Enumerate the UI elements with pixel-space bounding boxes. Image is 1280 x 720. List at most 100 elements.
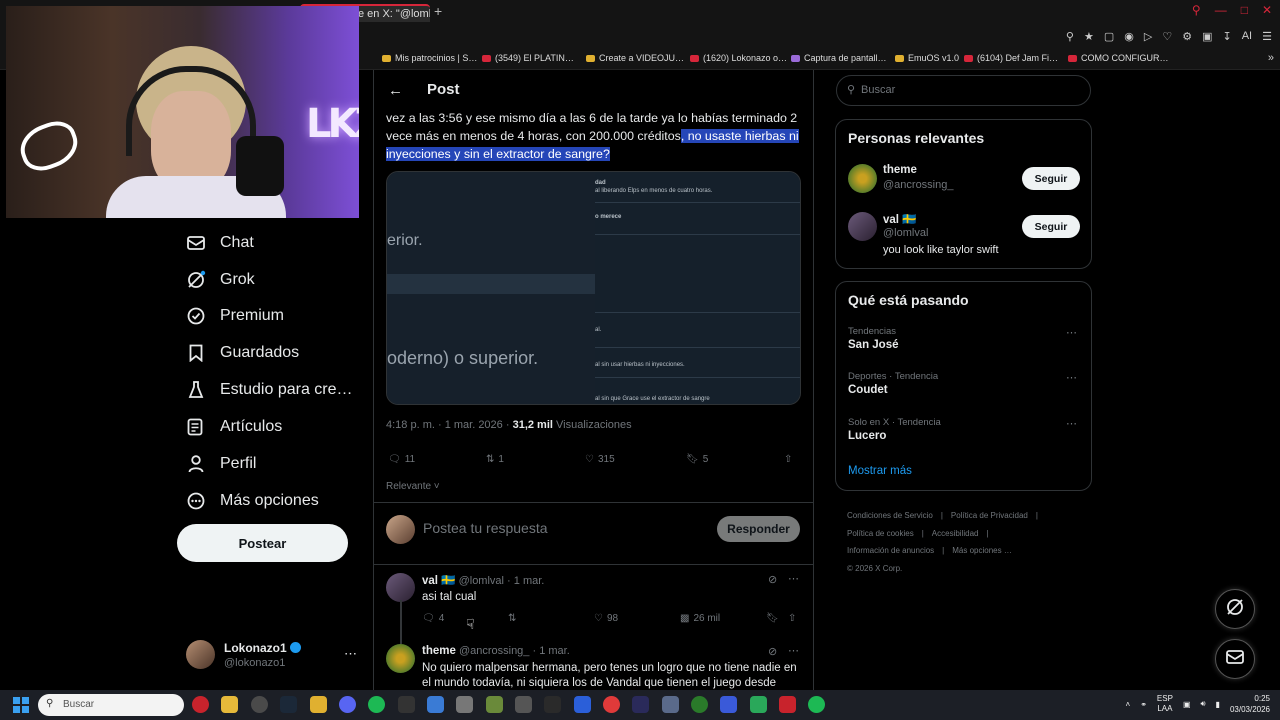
share-action[interactable]: ⇧ <box>784 454 792 465</box>
chevron-right-icon[interactable]: » <box>1268 52 1274 64</box>
minimize-icon[interactable]: — <box>1215 3 1227 17</box>
app-icon[interactable] <box>486 696 503 713</box>
nav-item-premium[interactable]: Premium <box>186 304 284 328</box>
responder-button[interactable]: Responder <box>717 516 800 542</box>
messages-float-button[interactable] <box>1215 639 1255 679</box>
grok-icon[interactable]: ⊘ <box>768 645 777 658</box>
bookmark-action[interactable]: 🔖︎ <box>766 613 779 624</box>
app-icon[interactable] <box>750 696 767 713</box>
volume-icon[interactable]: 🔊︎ <box>1201 699 1206 709</box>
more-horizontal-icon[interactable]: ⋯ <box>1066 371 1077 384</box>
reply-action[interactable]: 🗨︎ 4 <box>422 613 444 624</box>
app-icon[interactable] <box>251 696 268 713</box>
nav-item-perfil[interactable]: Perfil <box>186 452 256 476</box>
reply-action[interactable]: 🗨︎ 11 <box>388 454 415 465</box>
close-icon[interactable]: ✕ <box>1262 3 1272 17</box>
grok-float-button[interactable] <box>1215 589 1255 629</box>
app-icon[interactable] <box>603 696 620 713</box>
camera-icon[interactable]: ◉ <box>1124 30 1134 43</box>
reply-input[interactable]: Postea tu respuesta <box>423 520 548 536</box>
footer-link[interactable]: Política de cookies <box>847 529 914 538</box>
repost-action[interactable]: ⇅ <box>508 613 516 624</box>
extensions-icon[interactable]: ⚙ <box>1182 30 1192 43</box>
tweet-media-image[interactable]: erior. oderno) o superior. dad al libera… <box>386 171 801 405</box>
search-input[interactable]: ⚲ Buscar <box>836 75 1091 106</box>
tweet-timestamp[interactable]: 4:18 p. m. · 1 mar. 2026 · <box>386 419 510 431</box>
app-icon[interactable] <box>544 696 561 713</box>
like-action[interactable]: ♡ 98 <box>594 613 618 624</box>
like-action[interactable]: ♡ 315 <box>585 454 615 465</box>
app-icon[interactable] <box>779 696 796 713</box>
grok-icon[interactable]: ⊘ <box>768 573 777 586</box>
spotify-icon[interactable] <box>368 696 385 713</box>
ai-button[interactable]: AI <box>1242 30 1252 43</box>
discord-icon[interactable] <box>339 696 356 713</box>
sort-dropdown[interactable]: Relevante ˅ <box>386 481 440 492</box>
nav-item-grok[interactable]: Grok <box>186 268 255 292</box>
trend-item[interactable]: Deportes · Tendencia Coudet ⋯ <box>848 371 1083 396</box>
app-icon[interactable] <box>662 696 679 713</box>
more-horizontal-icon[interactable]: ⋯ <box>1066 417 1077 430</box>
follow-button[interactable]: Seguir <box>1022 167 1080 190</box>
footer-link[interactable]: Condiciones de Servicio <box>847 511 933 520</box>
steam-icon[interactable] <box>280 696 297 713</box>
notepad-icon[interactable] <box>427 696 444 713</box>
microphone-icon[interactable]: ⚭ <box>1140 700 1147 709</box>
more-horizontal-icon[interactable]: ⋯ <box>788 572 799 585</box>
battery-icon[interactable]: ▮ <box>1216 700 1220 709</box>
app-icon[interactable] <box>456 696 473 713</box>
back-arrow-icon[interactable]: ← <box>388 82 403 99</box>
bookmark-item[interactable]: Mis patrocinios | S… <box>382 53 477 63</box>
trend-item[interactable]: Tendencias San José ⋯ <box>848 326 1083 351</box>
taskbar-search[interactable]: ⚲ Buscar <box>38 694 184 716</box>
account-switcher[interactable]: Lokonazo1 @lokonazo1 ⋯ <box>186 640 358 672</box>
postear-button[interactable]: Postear <box>177 524 348 562</box>
more-horizontal-icon[interactable]: ⋯ <box>1066 326 1077 339</box>
download-icon[interactable]: ↧ <box>1223 30 1232 43</box>
bookmark-item[interactable]: (1620) Lokonazo o… <box>690 53 787 63</box>
follow-button[interactable]: Seguir <box>1022 215 1080 238</box>
footer-link[interactable]: Información de anuncios <box>847 546 934 555</box>
footer-link[interactable]: Más opciones … <box>952 546 1012 555</box>
bookmark-item[interactable]: COMO CONFIGUR… <box>1068 53 1169 63</box>
app-icon[interactable] <box>574 696 591 713</box>
windows-start-icon[interactable] <box>13 697 29 713</box>
chevron-up-icon[interactable]: ˄ <box>1126 700 1131 709</box>
opera-gx-icon[interactable] <box>192 696 209 713</box>
box-icon[interactable]: ▣ <box>1202 30 1212 43</box>
new-tab-button[interactable]: + <box>434 3 442 19</box>
spotify-icon[interactable] <box>808 696 825 713</box>
repost-action[interactable]: ⇅ 1 <box>486 454 504 465</box>
more-horizontal-icon[interactable]: ⋯ <box>788 644 799 657</box>
app-icon[interactable] <box>310 696 327 713</box>
pin-icon[interactable]: ★ <box>1084 30 1094 43</box>
more-horizontal-icon[interactable]: ⋯ <box>344 646 357 662</box>
nav-item-estudio[interactable]: Estudio para cre… <box>186 378 353 402</box>
trend-item[interactable]: Solo en X · Tendencia Lucero ⋯ <box>848 417 1083 442</box>
views-action[interactable]: ▩ 26 mil <box>680 613 720 624</box>
nav-item-guardados[interactable]: Guardados <box>186 341 299 365</box>
footer-link[interactable]: Accesibilidad <box>932 529 979 538</box>
nav-item-mas-opciones[interactable]: Más opciones <box>186 489 319 513</box>
screenshot-icon[interactable]: ▢ <box>1104 30 1114 43</box>
person-item[interactable]: theme @ancrossing_ Seguir <box>848 164 1083 196</box>
heart-icon[interactable]: ♡ <box>1162 30 1172 43</box>
app-icon[interactable] <box>632 696 649 713</box>
play-icon[interactable]: ▷ <box>1144 30 1152 43</box>
app-icon[interactable] <box>720 696 737 713</box>
network-icon[interactable]: ▣ <box>1183 700 1191 709</box>
share-action[interactable]: ⇧ <box>788 613 796 624</box>
bookmark-item[interactable]: (3549) El PLATIN… <box>482 53 574 63</box>
nav-item-articulos[interactable]: Artículos <box>186 415 282 439</box>
zoom-icon[interactable]: ⚲ <box>1066 30 1074 43</box>
menu-icon[interactable]: ☰ <box>1262 30 1272 43</box>
clock[interactable]: 0:25 03/03/2026 <box>1230 693 1270 715</box>
footer-link[interactable]: Política de Privacidad <box>951 511 1028 520</box>
bookmark-item[interactable]: Create a VIDEOJU… <box>586 53 684 63</box>
file-explorer-icon[interactable] <box>221 696 238 713</box>
xbox-icon[interactable] <box>691 696 708 713</box>
language-indicator[interactable]: ESP LAA <box>1157 694 1173 714</box>
bookmark-item[interactable]: (6104) Def Jam Fi… <box>964 53 1058 63</box>
bookmark-item[interactable]: EmuOS v1.0 <box>895 53 959 63</box>
nav-item-chat[interactable]: Chat <box>186 231 254 255</box>
